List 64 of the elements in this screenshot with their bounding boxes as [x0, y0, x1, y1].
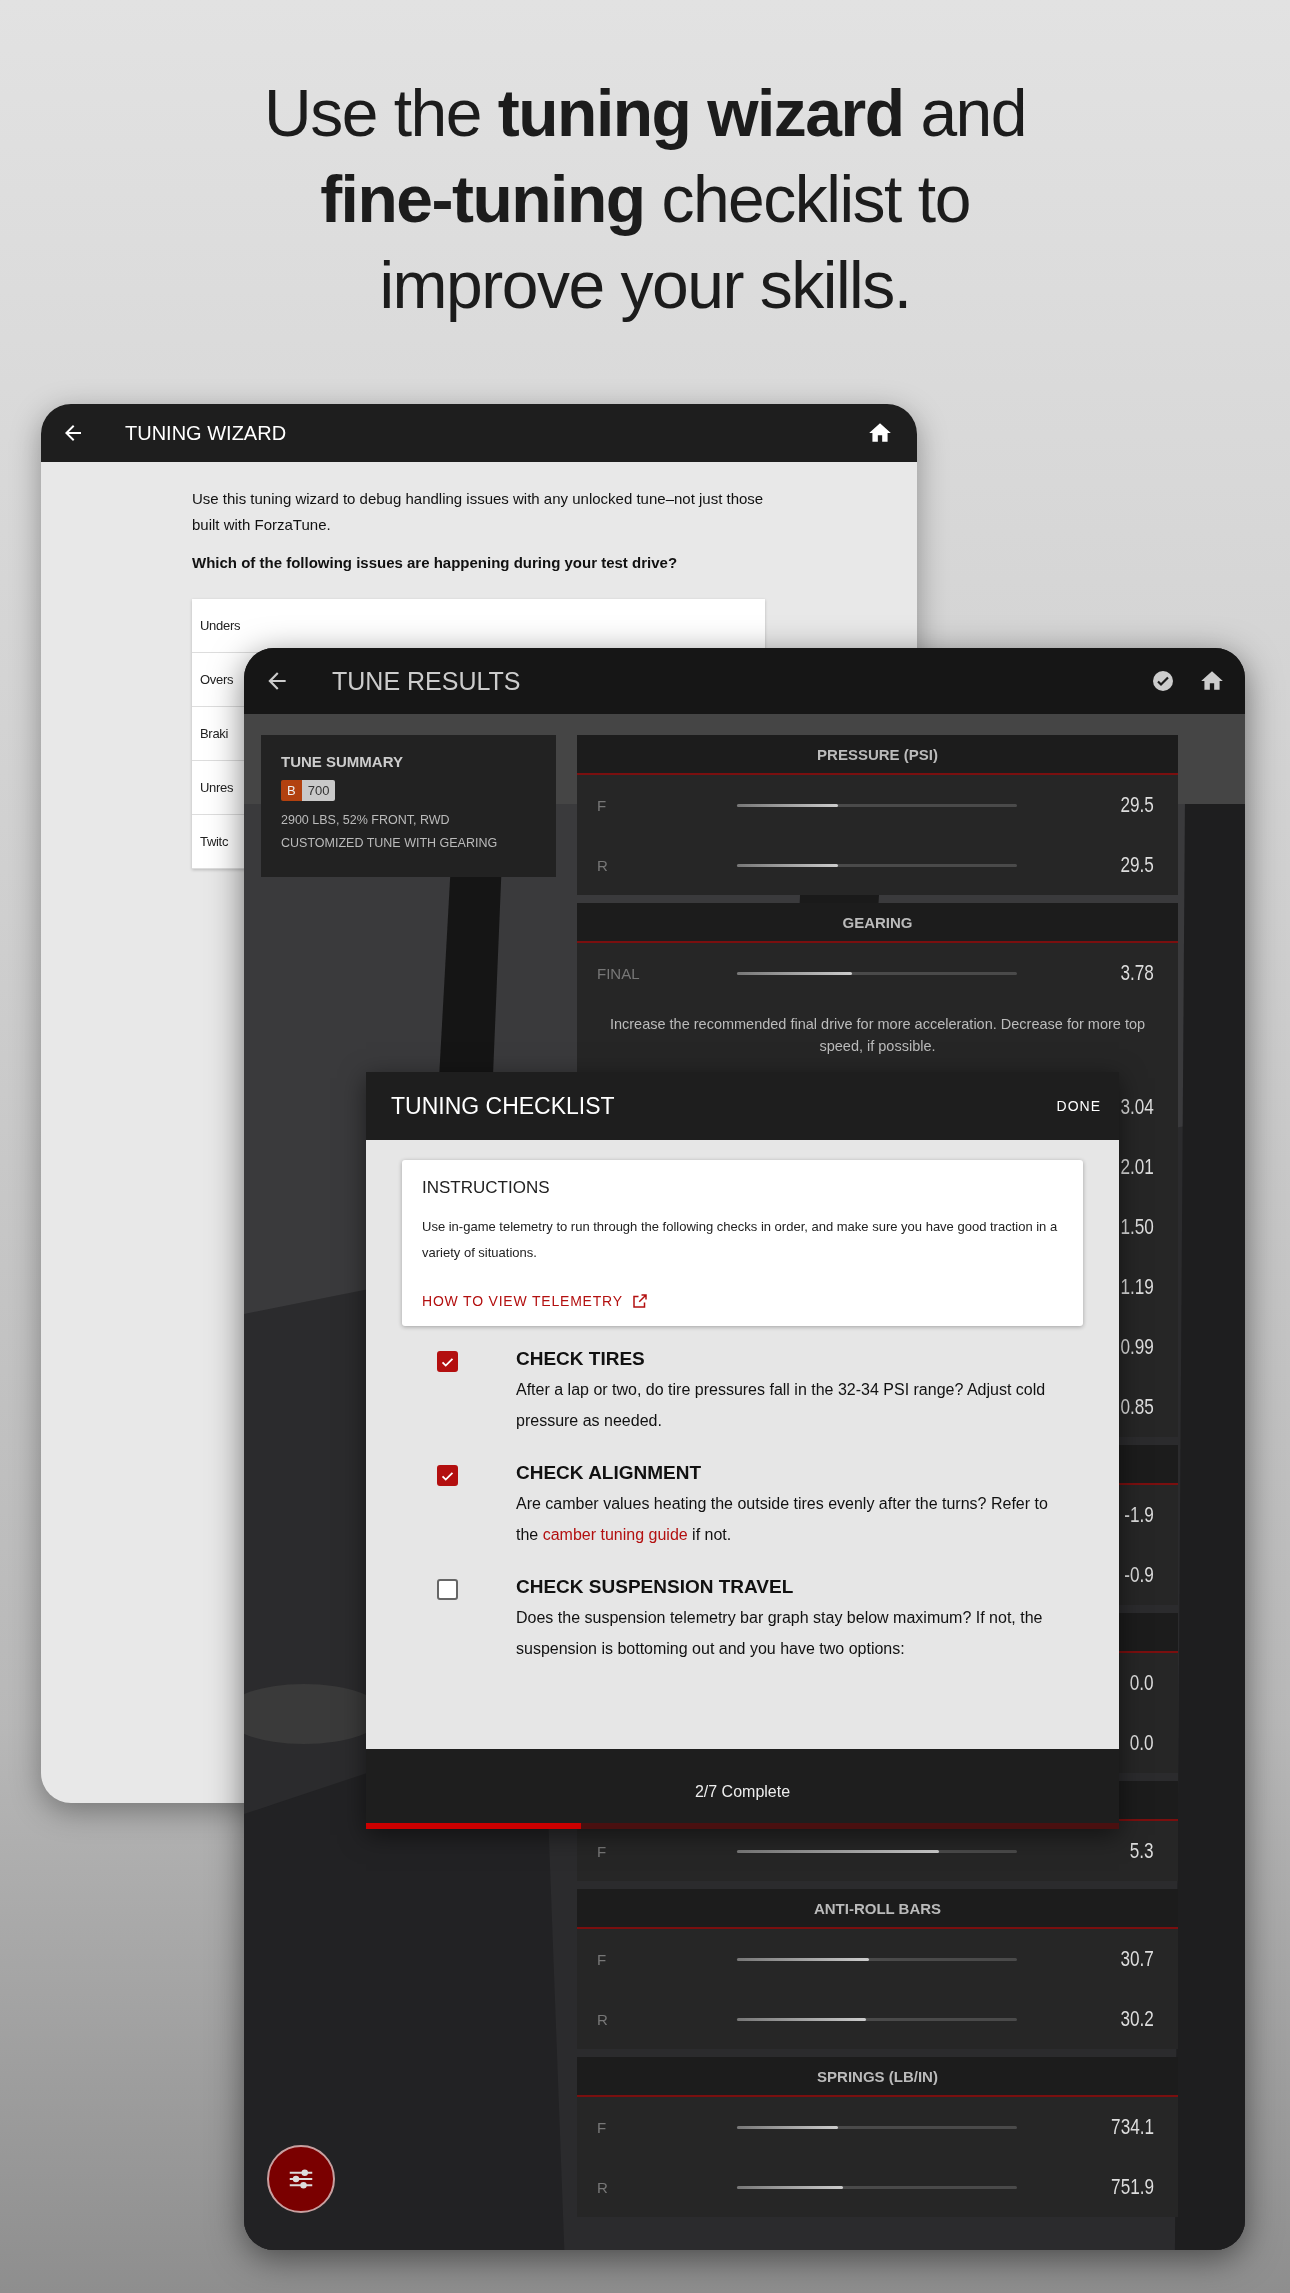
option-item[interactable]: Unres: [200, 780, 234, 795]
option-item[interactable]: Unders: [200, 618, 241, 633]
check-description: Are camber values heating the outside tires evenly after the turns? Refer to the camber tuning guide if not.: [516, 1494, 1049, 1545]
headline: Use the tuning wizard and fine-tuning checklist to improve your skills.: [262, 75, 1028, 324]
instructions-text: Use in-game telemetry to run through the following checks in order, and make sure you have good traction in a variety of situations.: [422, 1218, 1059, 1262]
check-title: CHECK ALIGNMENT: [516, 1462, 703, 1484]
summary-title: TUNE SUMMARY: [281, 753, 404, 770]
gearing-note: Increase the recommended final drive for more acceleration. Decrease for more top speed, if possible.: [608, 1015, 1147, 1056]
telemetry-link[interactable]: HOW TO VIEW TELEMETRY: [422, 1292, 649, 1310]
setting-label: F: [597, 796, 608, 814]
checkbox[interactable]: [437, 1351, 458, 1372]
section-title: SPRINGS (LB/IN): [817, 2067, 938, 2085]
setting-value: 751.9: [1111, 2174, 1154, 2200]
rating-badge: 700: [301, 780, 336, 801]
guide-link[interactable]: camber tuning guide: [542, 1526, 688, 1543]
dialog-title: TUNING CHECKLIST: [391, 1092, 615, 1120]
check-description: Does the suspension telemetry bar graph stay below maximum? If not, the suspension is bottoming out and you have two options:: [516, 1608, 1044, 1659]
setting-value: 1.19: [1120, 1274, 1154, 1300]
setting-label: F: [597, 1950, 608, 1968]
instructions-title: INSTRUCTIONS: [422, 1178, 551, 1198]
setting-value: 734.1: [1111, 2114, 1154, 2140]
done-button[interactable]: DONE: [1056, 1092, 1101, 1120]
section-title: ANTI-ROLL BARS: [813, 1899, 942, 1917]
setting-value: 2.01: [1120, 1154, 1154, 1180]
check-title: CHECK TIRES: [516, 1348, 646, 1370]
setting-value: 29.5: [1120, 792, 1154, 818]
checkbox[interactable]: [437, 1579, 458, 1600]
check-circle-icon[interactable]: [1151, 669, 1175, 693]
option-item[interactable]: Overs: [200, 672, 234, 687]
check-title: CHECK SUSPENSION TRAVEL: [516, 1576, 795, 1598]
setting-value: 1.50: [1120, 1214, 1154, 1240]
intro-text: Use this tuning wizard to debug handling issues with any unlocked tune–not just those built with ForzaTune.: [192, 489, 765, 535]
section-title: GEARING: [842, 913, 913, 931]
setting-value: 5.3: [1130, 1838, 1154, 1864]
setting-label: R: [597, 856, 609, 874]
external-link-icon: [630, 1292, 649, 1310]
setting-value: 30.7: [1120, 1946, 1154, 1972]
option-item[interactable]: Braki: [200, 726, 229, 741]
setting-label: FINAL: [597, 964, 641, 982]
setting-value: 0.0: [1130, 1730, 1154, 1756]
window-title: TUNE RESULTS: [332, 666, 522, 696]
specs-text: 2900 LBS, 52% FRONT, RWD: [281, 812, 451, 829]
setting-value: -0.9: [1124, 1562, 1154, 1588]
setting-value: 30.2: [1120, 2006, 1154, 2032]
setting-value: 29.5: [1120, 852, 1154, 878]
question-text: Which of the following issues are happening during your test drive?: [192, 554, 679, 571]
tune-note: CUSTOMIZED TUNE WITH GEARING: [281, 835, 499, 852]
setting-value: 3.04: [1120, 1094, 1154, 1120]
setting-value: 0.0: [1130, 1670, 1154, 1696]
setting-value: 0.99: [1120, 1334, 1154, 1360]
progress-label: 2/7 Complete: [694, 1783, 791, 1801]
option-item[interactable]: Twitc: [200, 834, 229, 849]
check-description: After a lap or two, do tire pressures fall in the 32-34 PSI range? Adjust cold pressure as needed.: [516, 1380, 1047, 1431]
setting-value: 0.85: [1120, 1394, 1154, 1420]
setting-label: F: [597, 2118, 608, 2136]
setting-label: R: [597, 2178, 609, 2196]
checkbox[interactable]: [437, 1465, 458, 1486]
class-badge: B: [281, 780, 302, 801]
setting-value: 3.78: [1120, 960, 1154, 986]
window-title: TUNING WIZARD: [125, 421, 288, 445]
setting-label: F: [597, 1842, 608, 1860]
setting-label: R: [597, 2010, 609, 2028]
section-title: PRESSURE (PSI): [817, 745, 938, 763]
setting-value: -1.9: [1124, 1502, 1154, 1528]
